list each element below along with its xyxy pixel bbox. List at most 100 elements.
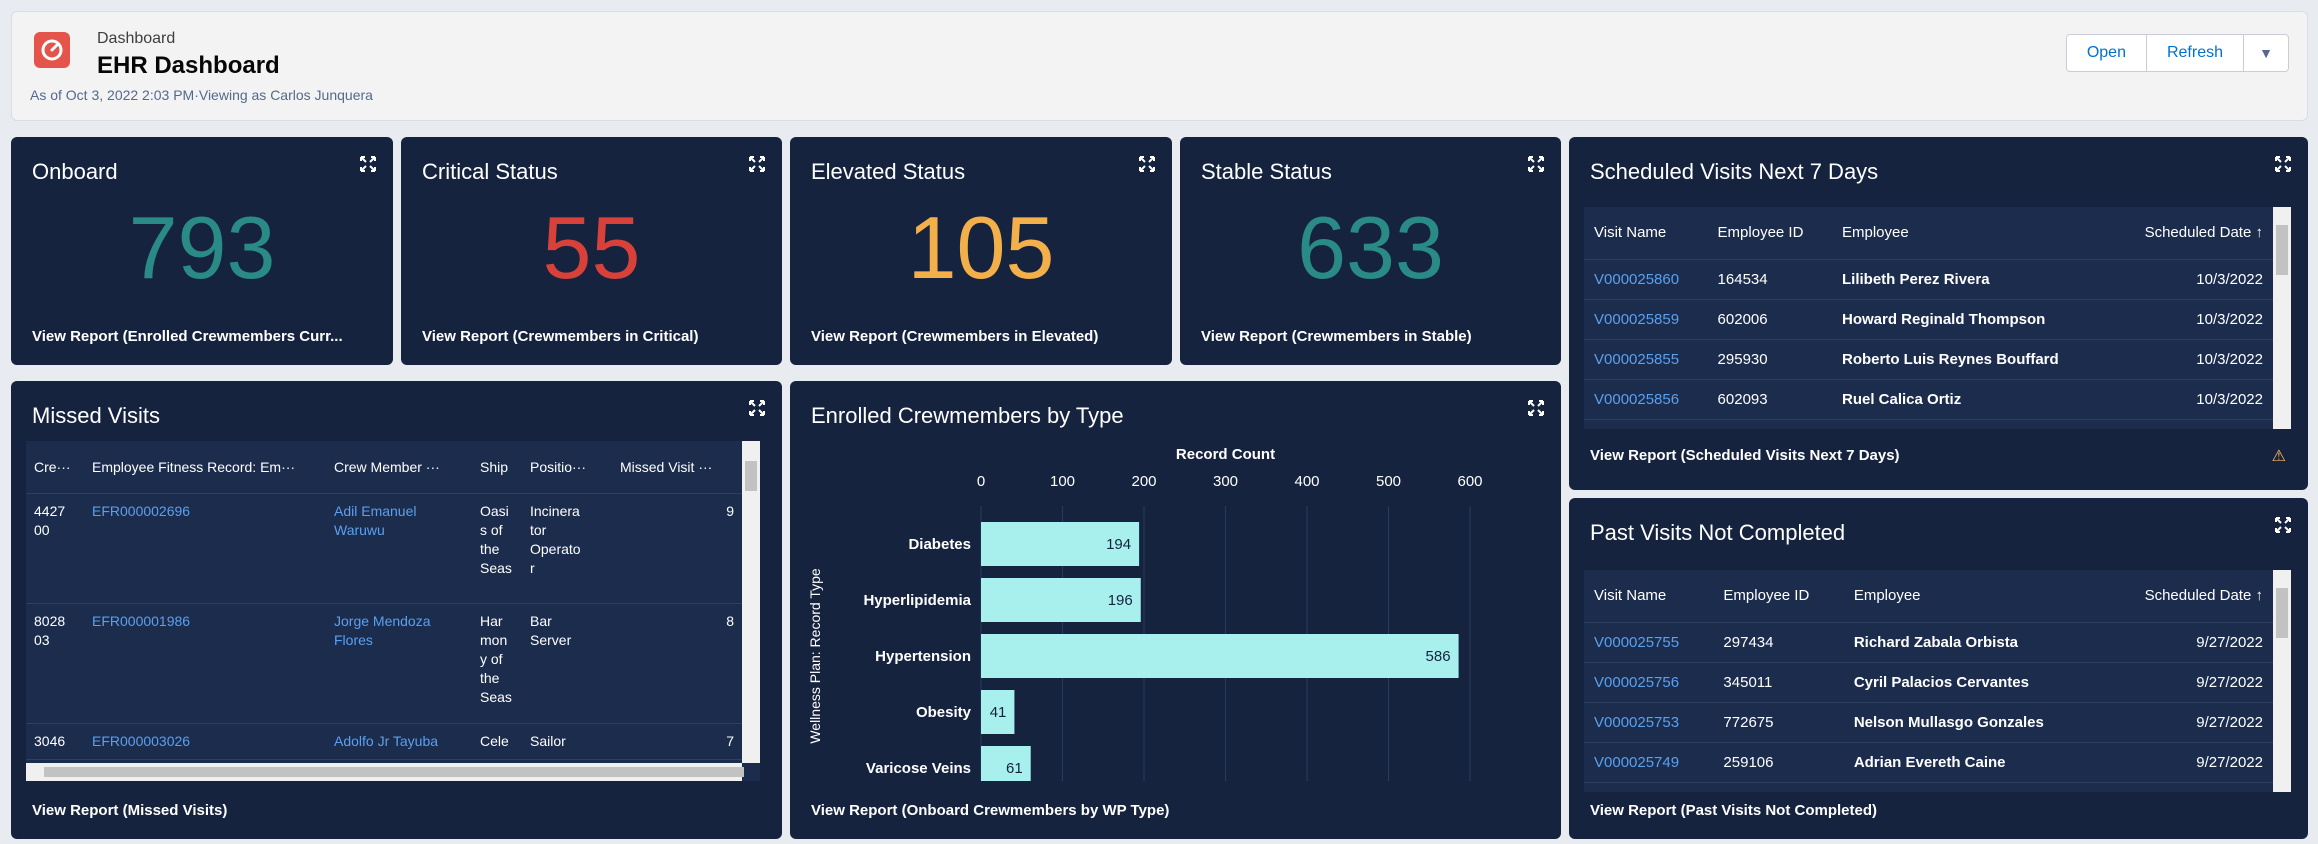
cell: 8 [612, 603, 742, 724]
col-employee[interactable]: Employee [1843, 570, 2103, 623]
view-report-link[interactable]: View Report (Crewmembers in Stable) [1201, 328, 1472, 345]
view-report-link[interactable]: View Report (Scheduled Visits Next 7 Day… [1590, 447, 1900, 464]
table-row: V000025856 602093 Ruel Calica Ortiz 10/3… [1584, 379, 2273, 420]
table-header-row: Visit Name Employee ID Employee Schedule… [1584, 207, 2273, 260]
cell: 10/3/2022 [2110, 379, 2273, 420]
col-scheduled-date[interactable]: Scheduled Date ↑ [2102, 570, 2273, 623]
col-employee-id[interactable]: Employee ID [1713, 570, 1844, 623]
record-link[interactable]: EFR000001986 [84, 603, 326, 724]
cell: Nelson Mullasgo Gonzales [1843, 702, 2103, 743]
card-title: Onboard [32, 159, 118, 184]
category-label: Diabetes [908, 536, 971, 553]
vertical-scrollbar[interactable] [2273, 570, 2291, 792]
stable-card: Stable Status 633 View Report (Crewmembe… [1180, 137, 1561, 365]
expand-icon[interactable] [1527, 155, 1545, 173]
col-scheduled-date[interactable]: Scheduled Date ↑ [2110, 207, 2273, 260]
visit-link[interactable]: V000025855 [1584, 339, 1708, 380]
x-tick-label: 200 [1131, 473, 1156, 490]
crew-member-link[interactable]: Adil Emanuel Waruwu [326, 493, 472, 604]
record-link[interactable]: EFR000002696 [84, 493, 326, 604]
table-row: V000025755 297434 Richard Zabala Orbista… [1584, 622, 2273, 663]
expand-icon[interactable] [748, 155, 766, 173]
bar-chart: Record Count 0 100 200 300 400 500 600 Wellness … [807, 446, 1483, 781]
cell: 10/3/2022 [2110, 339, 2273, 380]
crew-member-link[interactable]: Jorge Mendoza Flores [326, 603, 472, 724]
expand-icon[interactable] [2274, 155, 2292, 173]
col-ship[interactable]: Ship [472, 441, 522, 494]
col-position[interactable]: Positio··· [522, 441, 612, 494]
cell: Cyril Palacios Cervantes [1843, 662, 2103, 703]
missed-visits-table: Cre··· Employee Fitness Record: Em··· Cr… [26, 441, 760, 781]
missed-visits-card: Missed Visits Cre··· Employee Fitness Re… [11, 381, 782, 839]
col-employee-id[interactable]: Employee ID [1707, 207, 1832, 260]
table-row: V000025860 164534 Lilibeth Perez Rivera … [1584, 259, 2273, 300]
x-tick-label: 400 [1294, 473, 1319, 490]
record-link[interactable]: EFR000003026 [84, 723, 326, 760]
card-title: Elevated Status [811, 159, 966, 184]
vertical-scrollbar[interactable] [742, 441, 760, 763]
visit-link[interactable]: V000025749 [1584, 742, 1714, 783]
table-row: 4427 00 EFR000002696 Adil Emanuel Waruwu… [26, 493, 742, 604]
col-visit-name[interactable]: Visit Name [1584, 207, 1708, 260]
card-title: Scheduled Visits Next 7 Days [1590, 159, 1879, 184]
chart-x-title: Record Count [1176, 446, 1275, 463]
expand-icon[interactable] [1138, 155, 1156, 173]
x-tick-label: 300 [1213, 473, 1238, 490]
cell: 9/27/2022 [2102, 742, 2273, 783]
cell: 259106 [1713, 742, 1844, 783]
cell: 345011 [1713, 662, 1844, 703]
page-title: EHR Dashboard [97, 52, 280, 79]
card-title: Enrolled Crewmembers by Type [811, 403, 1124, 428]
table-row: V000025753 772675 Nelson Mullasgo Gonzal… [1584, 702, 2273, 743]
visit-link[interactable]: V000025755 [1584, 622, 1714, 663]
category-label: Hyperlipidemia [863, 592, 971, 609]
onboard-card: Onboard 793 View Report (Enrolled Crewme… [11, 137, 393, 365]
col-employee[interactable]: Employee [1832, 207, 2111, 260]
vertical-scrollbar[interactable] [2273, 207, 2291, 429]
col-missed-visit[interactable]: Missed Visit ··· [612, 441, 742, 494]
view-report-link[interactable]: View Report (Crewmembers in Elevated) [811, 328, 1098, 345]
visit-link[interactable]: V000025856 [1584, 379, 1708, 420]
cell: 9/27/2022 [2102, 702, 2273, 743]
dashboard-gauge-icon [34, 32, 70, 68]
data-label: 194 [1106, 536, 1131, 553]
cell: Bar Server [522, 603, 612, 724]
view-report-link[interactable]: View Report (Missed Visits) [32, 802, 227, 819]
col-crew-member[interactable]: Crew Member ··· [326, 441, 472, 494]
metric-value: 793 [128, 198, 276, 297]
cell: 164534 [1707, 259, 1832, 300]
view-report-link[interactable]: View Report (Crewmembers in Critical) [422, 328, 698, 345]
dashboard-header: Dashboard EHR Dashboard As of Oct 3, 202… [11, 11, 2308, 121]
data-label: 41 [990, 704, 1007, 721]
elevated-card: Elevated Status 105 View Report (Crewmem… [790, 137, 1172, 365]
cell: Lilibeth Perez Rivera [1832, 259, 2111, 300]
visit-link[interactable]: V000025756 [1584, 662, 1714, 703]
chevron-down-icon[interactable]: ▼ [2244, 35, 2288, 71]
crew-member-link[interactable]: Adolfo Jr Tayuba [326, 723, 472, 760]
refresh-button[interactable]: Refresh [2147, 35, 2244, 71]
visit-link[interactable]: V000025860 [1584, 259, 1708, 300]
enrolled-chart-card: Enrolled Crewmembers by Type Record Coun… [790, 381, 1561, 839]
visit-link[interactable]: V000025859 [1584, 299, 1708, 340]
view-report-link[interactable]: View Report (Past Visits Not Completed) [1590, 802, 1877, 819]
view-report-link[interactable]: View Report (Enrolled Crewmembers Curr..… [32, 328, 379, 345]
view-report-link[interactable]: View Report (Onboard Crewmembers by WP T… [811, 802, 1169, 819]
x-tick-label: 0 [977, 473, 985, 490]
expand-icon[interactable] [359, 155, 377, 173]
cell: 602093 [1707, 379, 1832, 420]
col-crew[interactable]: Cre··· [26, 441, 84, 494]
visit-link[interactable]: V000025753 [1584, 702, 1714, 743]
cell: 9/27/2022 [2102, 622, 2273, 663]
table-row: V000025749 259106 Adrian Evereth Caine 9… [1584, 742, 2273, 783]
expand-icon[interactable] [2274, 516, 2292, 534]
horizontal-scrollbar[interactable] [26, 763, 744, 781]
category-label: Obesity [916, 704, 972, 721]
col-visit-name[interactable]: Visit Name [1584, 570, 1714, 623]
expand-icon[interactable] [1527, 399, 1545, 417]
col-fitness-record[interactable]: Employee Fitness Record: Em··· [84, 441, 326, 494]
category-label: Varicose Veins [866, 760, 971, 777]
open-button[interactable]: Open [2067, 35, 2147, 71]
cell: 7 [612, 723, 742, 760]
expand-icon[interactable] [748, 399, 766, 417]
table-row: V000025859 602006 Howard Reginald Thomps… [1584, 299, 2273, 340]
